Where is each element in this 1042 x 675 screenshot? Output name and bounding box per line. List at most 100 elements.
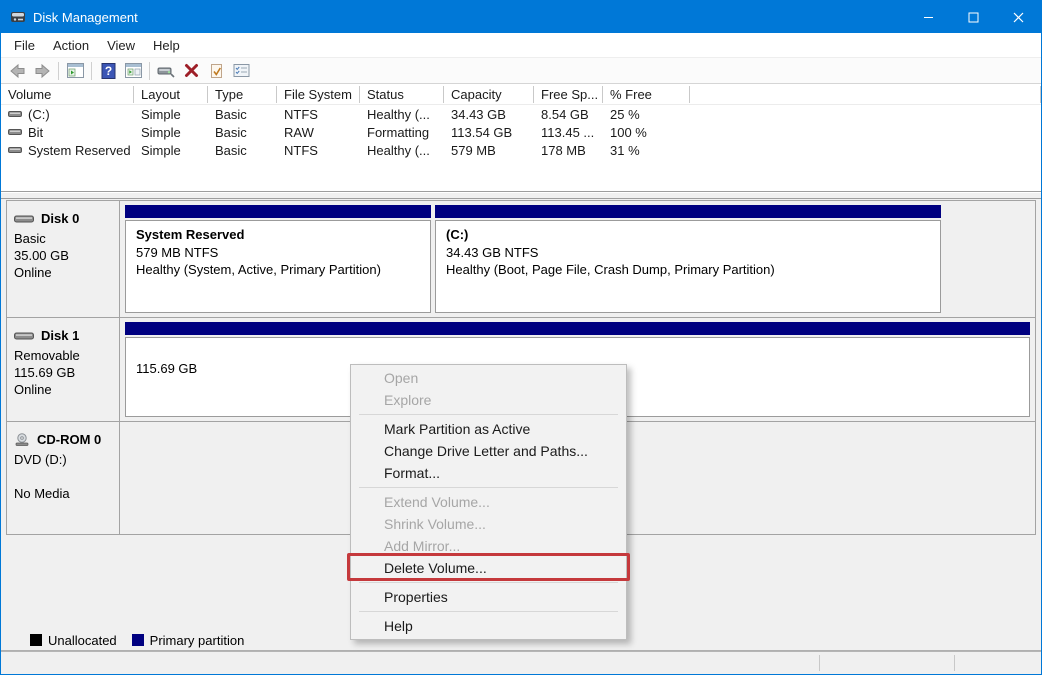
menu-item-explore[interactable]: Explore <box>351 389 626 411</box>
disk-0-label-panel[interactable]: Disk 0 Basic 35.00 GB Online <box>7 201 120 317</box>
table-row[interactable]: (C:) Simple Basic NTFS Healthy (... 34.4… <box>1 105 1041 123</box>
volume-fs: NTFS <box>277 107 360 122</box>
volume-fs: NTFS <box>277 143 360 158</box>
disk-name: Disk 1 <box>41 327 79 344</box>
partition-system-reserved[interactable]: System Reserved 579 MB NTFS Healthy (Sys… <box>125 205 431 313</box>
disk-name: CD-ROM 0 <box>37 431 101 448</box>
volume-list-header: Volume Layout Type File System Status Ca… <box>1 84 1041 105</box>
volume-capacity: 113.54 GB <box>444 125 534 140</box>
disk-0-row: Disk 0 Basic 35.00 GB Online System Rese… <box>7 201 1035 318</box>
statusbar-divider <box>819 655 820 671</box>
menu-item-properties[interactable]: Properties <box>351 586 626 608</box>
menu-item-shrink-volume[interactable]: Shrink Volume... <box>351 513 626 535</box>
volume-pct-free: 31 % <box>603 143 690 158</box>
legend-primary-label: Primary partition <box>150 633 245 648</box>
toolbar-separator <box>149 62 150 80</box>
disk-icon <box>14 213 34 225</box>
disk-management-window: Disk Management File Action View Help <box>0 0 1042 675</box>
primary-partition-color-strip <box>435 205 941 218</box>
volume-status: Healthy (... <box>360 107 444 122</box>
table-row[interactable]: Bit Simple Basic RAW Formatting 113.54 G… <box>1 123 1041 141</box>
partition-status: Healthy (System, Active, Primary Partiti… <box>136 261 420 279</box>
column-header-type[interactable]: Type <box>208 86 277 103</box>
table-row[interactable]: System Reserved Simple Basic NTFS Health… <box>1 141 1041 159</box>
context-menu: Open Explore Mark Partition as Active Ch… <box>350 364 627 640</box>
statusbar-divider <box>954 655 955 671</box>
disk-type: Basic <box>14 230 115 247</box>
menu-item-change-drive-letter-paths[interactable]: Change Drive Letter and Paths... <box>351 440 626 462</box>
delete-icon[interactable] <box>182 62 200 80</box>
column-header-free-space[interactable]: Free Sp... <box>534 86 603 103</box>
volume-icon <box>8 145 22 155</box>
show-console-tree-icon[interactable] <box>66 62 84 80</box>
volume-type: Basic <box>208 107 277 122</box>
column-header-file-system[interactable]: File System <box>277 86 360 103</box>
partition-label: (C:) <box>446 226 930 244</box>
close-button[interactable] <box>996 1 1041 33</box>
disk-icon <box>14 330 34 342</box>
menu-item-help[interactable]: Help <box>351 615 626 637</box>
menu-help[interactable]: Help <box>144 33 189 57</box>
column-header-pct-free[interactable]: % Free <box>603 86 690 103</box>
menu-separator <box>359 487 618 488</box>
menu-item-format[interactable]: Format... <box>351 462 626 484</box>
partition-label: System Reserved <box>136 226 420 244</box>
show-action-pane-icon[interactable] <box>124 62 142 80</box>
menu-item-delete-volume[interactable]: Delete Volume... <box>351 557 626 579</box>
back-icon[interactable] <box>8 62 26 80</box>
menu-separator <box>359 582 618 583</box>
volume-pct-free: 25 % <box>603 107 690 122</box>
cdrom-0-label-panel[interactable]: CD-ROM 0 DVD (D:) No Media <box>7 422 120 534</box>
partition-c-drive[interactable]: (C:) 34.43 GB NTFS Healthy (Boot, Page F… <box>435 205 941 313</box>
forward-icon[interactable] <box>33 62 51 80</box>
maximize-button[interactable] <box>951 1 996 33</box>
partition-size-fs: 579 MB NTFS <box>136 244 420 262</box>
toolbar-separator <box>91 62 92 80</box>
menu-view[interactable]: View <box>98 33 144 57</box>
cd-rom-icon <box>14 433 30 447</box>
menu-bar: File Action View Help <box>1 33 1041 57</box>
properties-list-icon[interactable] <box>232 62 250 80</box>
app-icon <box>10 9 26 25</box>
disk-size: 115.69 GB <box>14 364 115 381</box>
column-header-filler <box>690 86 1041 103</box>
toolbar: ? <box>1 57 1041 84</box>
menu-action[interactable]: Action <box>44 33 98 57</box>
volume-fs: RAW <box>277 125 360 140</box>
volume-type: Basic <box>208 125 277 140</box>
toolbar-separator <box>58 62 59 80</box>
menu-separator <box>359 611 618 612</box>
volume-name: System Reserved <box>28 143 131 158</box>
window-title: Disk Management <box>33 10 138 25</box>
menu-item-extend-volume[interactable]: Extend Volume... <box>351 491 626 513</box>
menu-item-mark-partition-active[interactable]: Mark Partition as Active <box>351 418 626 440</box>
help-icon[interactable]: ? <box>99 62 117 80</box>
primary-partition-swatch <box>132 634 144 646</box>
volume-status: Formatting <box>360 125 444 140</box>
disk-type: DVD (D:) <box>14 451 115 468</box>
menu-item-add-mirror[interactable]: Add Mirror... <box>351 535 626 557</box>
volume-list: Volume Layout Type File System Status Ca… <box>1 84 1041 191</box>
menu-item-open[interactable]: Open <box>351 367 626 389</box>
pane-splitter[interactable] <box>1 191 1041 199</box>
rescan-disks-icon[interactable] <box>157 62 175 80</box>
primary-partition-color-strip <box>125 205 431 218</box>
partition-label <box>136 343 1019 360</box>
disk-status: Online <box>14 381 115 398</box>
check-document-icon[interactable] <box>207 62 225 80</box>
volume-layout: Simple <box>134 125 208 140</box>
unallocated-swatch <box>30 634 42 646</box>
volume-status: Healthy (... <box>360 143 444 158</box>
column-header-layout[interactable]: Layout <box>134 86 208 103</box>
column-header-volume[interactable]: Volume <box>1 86 134 103</box>
volume-free: 113.45 ... <box>534 125 603 140</box>
volume-icon <box>8 127 22 137</box>
column-header-capacity[interactable]: Capacity <box>444 86 534 103</box>
menu-file[interactable]: File <box>5 33 44 57</box>
column-header-status[interactable]: Status <box>360 86 444 103</box>
volume-free: 8.54 GB <box>534 107 603 122</box>
minimize-button[interactable] <box>906 1 951 33</box>
disk-1-label-panel[interactable]: Disk 1 Removable 115.69 GB Online <box>7 318 120 421</box>
title-bar: Disk Management <box>1 1 1041 33</box>
volume-free: 178 MB <box>534 143 603 158</box>
